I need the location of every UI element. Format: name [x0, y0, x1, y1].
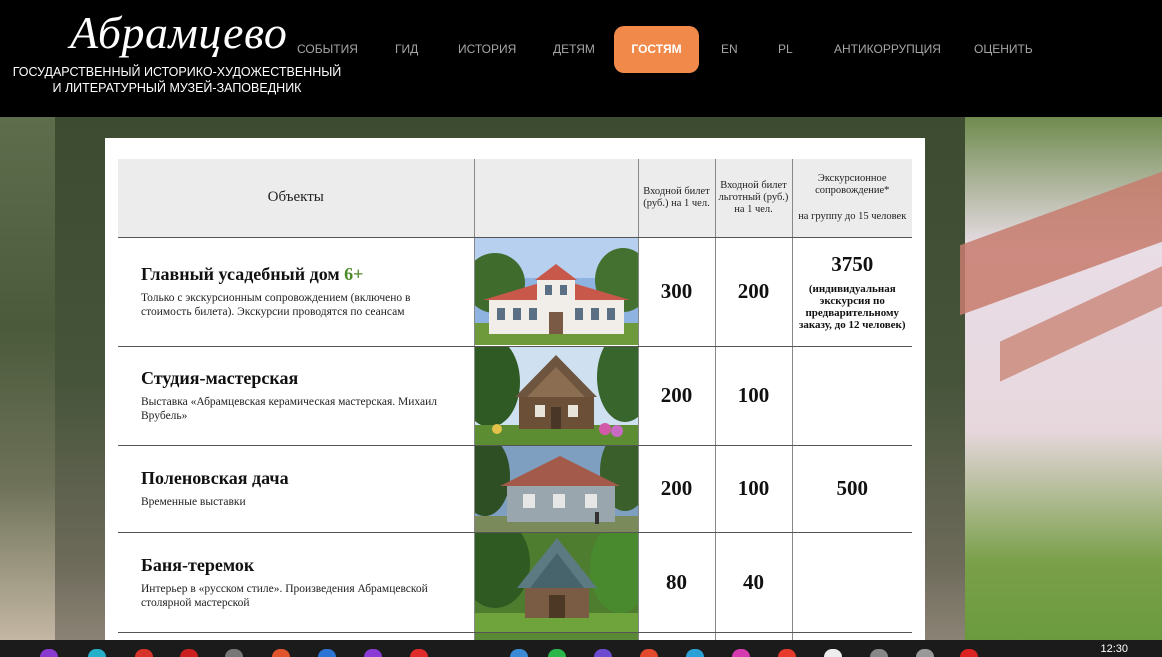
object-photo-cell	[474, 445, 639, 533]
app-icon[interactable]	[824, 649, 842, 657]
header-objects: Объекты	[118, 159, 475, 238]
app-icon[interactable]	[272, 649, 290, 657]
app-icon[interactable]	[410, 649, 428, 657]
object-description: Только с экскурсионным сопровождением (в…	[141, 292, 411, 318]
app-icon[interactable]	[364, 649, 382, 657]
object-name: Главный усадебный дом	[141, 264, 340, 284]
header-photo	[474, 159, 639, 238]
app-icon[interactable]	[778, 649, 796, 657]
age-rating: 6+	[344, 264, 364, 284]
app-icon[interactable]	[732, 649, 750, 657]
header-ticket-reduced: Входной билет льготный (руб.) на 1 чел.	[715, 159, 793, 238]
tour-price: 500	[836, 476, 869, 500]
price-reduced	[715, 632, 793, 640]
table-header-row: Объекты Входной билет (руб.) на 1 чел. В…	[118, 159, 912, 238]
object-photo-cell	[474, 237, 639, 347]
taskbar-clock[interactable]: 12:30	[1100, 643, 1128, 655]
site-logo[interactable]: Абрамцево	[70, 6, 287, 59]
object-photo-cell	[474, 632, 639, 640]
price-card: Объекты Входной билет (руб.) на 1 чел. В…	[105, 138, 925, 640]
background-trees-left	[0, 117, 55, 640]
nav-item-events[interactable]: СОБЫТИЯ	[297, 26, 358, 73]
price-reduced: 200	[715, 237, 793, 347]
table-row: Поленовская дача Временные выставки 200 …	[118, 445, 912, 533]
app-icon[interactable]	[916, 649, 934, 657]
price-full	[638, 632, 716, 640]
bathhouse-photo	[474, 532, 638, 632]
next-object-photo	[474, 632, 638, 640]
price-reduced: 100	[715, 346, 793, 446]
price-full: 80	[638, 532, 716, 633]
nav-item-children[interactable]: ДЕТЯМ	[553, 26, 595, 73]
table-row: Баня-теремок Интерьер в «русском стиле».…	[118, 532, 912, 633]
object-cell: Поленовская дача Временные выставки	[118, 445, 475, 533]
app-icon[interactable]	[960, 649, 978, 657]
nav-item-history[interactable]: ИСТОРИЯ	[458, 26, 516, 73]
object-photo-cell	[474, 346, 639, 446]
bathhouse-image	[474, 532, 638, 632]
app-icon[interactable]	[180, 649, 198, 657]
price-tour	[792, 632, 912, 640]
object-cell: Студия-мастерская Выставка «Абрамцевская…	[118, 346, 475, 446]
app-icon[interactable]	[870, 649, 888, 657]
nav-item-anticorruption[interactable]: АНТИКОРРУПЦИЯ	[834, 26, 941, 73]
dacha-photo	[474, 445, 638, 532]
nav-item-guests[interactable]: ГОСТЯМ	[614, 26, 699, 73]
object-title: Поленовская дача	[141, 468, 289, 488]
table-row	[118, 632, 912, 640]
studio-photo	[474, 346, 638, 445]
object-title: Главный усадебный дом 6+	[141, 264, 464, 285]
header-tour-group: на группу до 15 человек	[798, 210, 907, 222]
price-reduced: 100	[715, 445, 793, 533]
object-description: Выставка «Абрамцевская керамическая маст…	[141, 396, 438, 422]
header-tour-title: Экскурсионное сопровождение*	[815, 172, 890, 196]
table-row: Главный усадебный дом 6+ Только с экскур…	[118, 237, 912, 347]
dacha-image	[474, 445, 638, 532]
price-full: 200	[638, 346, 716, 446]
tour-price: 3750	[831, 252, 874, 276]
object-cell: Главный усадебный дом 6+ Только с экскур…	[118, 237, 475, 347]
studio-image	[474, 346, 638, 445]
nav-item-rate[interactable]: ОЦЕНИТЬ	[974, 26, 1033, 73]
manor-house-photo	[474, 238, 638, 345]
price-tour	[792, 346, 912, 446]
nav-item-en[interactable]: EN	[721, 26, 738, 73]
price-tour	[792, 532, 912, 633]
object-title: Студия-мастерская	[141, 368, 299, 388]
os-taskbar: 12:30	[0, 640, 1162, 657]
price-reduced: 40	[715, 532, 793, 633]
app-icon[interactable]	[135, 649, 153, 657]
nav-item-guide[interactable]: ГИД	[395, 26, 418, 73]
price-table: Объекты Входной билет (руб.) на 1 чел. В…	[118, 159, 912, 640]
header-ticket-full: Входной билет (руб.) на 1 чел.	[638, 159, 716, 238]
price-tour: 3750 (индивидуальная экскурсия по предва…	[792, 237, 912, 347]
app-icon[interactable]	[40, 649, 58, 657]
object-cell	[118, 632, 475, 640]
subtitle-line-2: И ЛИТЕРАТУРНЫЙ МУЗЕЙ-ЗАПОВЕДНИК	[52, 81, 302, 95]
app-icon[interactable]	[225, 649, 243, 657]
price-tour: 500	[792, 445, 912, 533]
site-header: Абрамцево ГОСУДАРСТВЕННЫЙ ИСТОРИКО-ХУДОЖ…	[0, 0, 1162, 117]
price-full: 200	[638, 445, 716, 533]
manor-house-image	[474, 238, 638, 345]
header-tour: Экскурсионное сопровождение* на группу д…	[792, 159, 912, 238]
object-photo-cell	[474, 532, 639, 633]
object-description: Временные выставки	[141, 496, 246, 508]
whatsapp-icon[interactable]	[548, 649, 566, 657]
table-row: Студия-мастерская Выставка «Абрамцевская…	[118, 346, 912, 446]
app-icon[interactable]	[686, 649, 704, 657]
app-icon[interactable]	[88, 649, 106, 657]
object-description: Интерьер в «русском стиле». Произведения…	[141, 582, 428, 609]
object-title: Баня-теремок	[141, 554, 255, 575]
viber-icon[interactable]	[594, 649, 612, 657]
nav-item-pl[interactable]: PL	[778, 26, 793, 73]
calendar-icon[interactable]	[318, 649, 336, 657]
app-icon[interactable]	[510, 649, 528, 657]
app-icon[interactable]	[640, 649, 658, 657]
object-cell: Баня-теремок Интерьер в «русском стиле».…	[118, 532, 475, 633]
tour-note: (индивидуальная экскурсия по предварител…	[798, 283, 906, 331]
price-full: 300	[638, 237, 716, 347]
